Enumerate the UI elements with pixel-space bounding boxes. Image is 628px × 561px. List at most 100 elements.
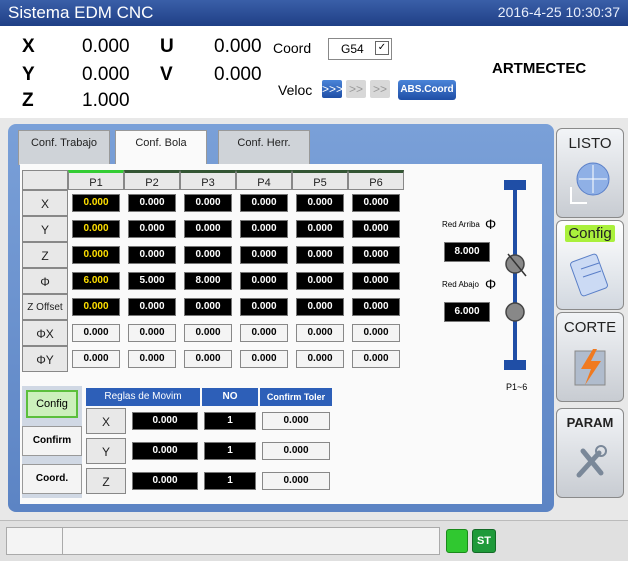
grid-cell[interactable]: 0.000	[296, 246, 344, 264]
axis-y-label: Y	[22, 64, 35, 85]
reglas-toler[interactable]: 0.000	[262, 412, 330, 430]
grid-cell[interactable]: 0.000	[184, 246, 232, 264]
reglas-no[interactable]: 1	[204, 412, 256, 430]
grid-cell[interactable]: 0.000	[240, 272, 288, 290]
corte-button[interactable]: CORTE	[556, 312, 624, 402]
reglas-toler[interactable]: 0.000	[262, 442, 330, 460]
red-abajo-value[interactable]: 6.000	[444, 302, 490, 322]
confirm-button[interactable]: Confirm	[22, 426, 82, 456]
veloc-label: Veloc	[278, 82, 313, 98]
grid-cell[interactable]: 0.000	[128, 220, 176, 238]
reglas-header: Reglas de Movim	[86, 388, 200, 406]
grid-cell[interactable]: 0.000	[184, 298, 232, 316]
grid-cell[interactable]: 0.000	[296, 324, 344, 342]
grid-row-label: ΦY	[22, 346, 68, 372]
tab-conf-herr[interactable]: Conf. Herr.	[218, 130, 310, 165]
grid-cell[interactable]: 0.000	[352, 272, 400, 290]
app-title: Sistema EDM CNC	[8, 3, 154, 22]
speed-level-3[interactable]: >>	[370, 80, 390, 98]
grid-cell[interactable]: 0.000	[184, 324, 232, 342]
grid-cell[interactable]: 0.000	[240, 246, 288, 264]
grid-cell[interactable]: 0.000	[72, 194, 120, 212]
config-panel: Conf. Trabajo Conf. Bola Conf. Herr. P1 …	[8, 124, 554, 512]
grid-col-header[interactable]: P1	[68, 170, 124, 190]
grid-row-label: Y	[22, 216, 68, 242]
grid-cell[interactable]: 0.000	[240, 298, 288, 316]
tab-conf-bola[interactable]: Conf. Bola	[115, 130, 207, 166]
target-icon	[570, 162, 610, 204]
grid-col-header[interactable]: P6	[348, 170, 404, 190]
grid-col-header[interactable]: P2	[124, 170, 180, 190]
grid-cell[interactable]: 0.000	[352, 246, 400, 264]
grid-cell[interactable]: 0.000	[184, 220, 232, 238]
reglas-axis-label: Z	[86, 468, 126, 494]
grid-cell[interactable]: 0.000	[128, 194, 176, 212]
tab-content: P1 P2 P3 P4 P5 P6 X 0.000 0.000 0.000 0.000 0…	[20, 164, 542, 504]
grid-cell[interactable]: 5.000	[128, 272, 176, 290]
param-button[interactable]: PARAM	[556, 408, 624, 498]
grid-cell[interactable]: 0.000	[128, 324, 176, 342]
coord-select[interactable]: G54 ✓	[328, 38, 392, 60]
grid-cell[interactable]: 0.000	[184, 194, 232, 212]
config-side-label: Config	[565, 225, 615, 242]
grid-cell[interactable]: 0.000	[352, 194, 400, 212]
config-button[interactable]: Config	[26, 390, 78, 418]
grid-col-header[interactable]: P4	[236, 170, 292, 190]
grid-cell[interactable]: 8.000	[184, 272, 232, 290]
grid-row-label: X	[22, 190, 68, 216]
param-label: PARAM	[566, 415, 614, 430]
grid-cell[interactable]: 0.000	[240, 194, 288, 212]
coord-label: Coord	[273, 40, 312, 56]
axis-x-value: 0.000	[82, 36, 130, 57]
corte-label: CORTE	[563, 319, 617, 336]
grid-cell[interactable]: 0.000	[296, 272, 344, 290]
reglas-toler[interactable]: 0.000	[262, 472, 330, 490]
grid-cell[interactable]: 0.000	[128, 350, 176, 368]
grid-col-header[interactable]: P5	[292, 170, 348, 190]
tools-icon	[576, 445, 607, 478]
grid-col-header[interactable]: P3	[180, 170, 236, 190]
axis-v-value: 0.000	[214, 64, 262, 85]
grid-cell[interactable]: 0.000	[72, 324, 120, 342]
grid-cell[interactable]: 0.000	[72, 350, 120, 368]
brand-label: ARTMECTEC	[492, 60, 587, 77]
grid-cell[interactable]: 0.000	[72, 298, 120, 316]
config-side-button[interactable]: Config	[556, 220, 624, 310]
grid-cell[interactable]: 0.000	[184, 350, 232, 368]
grid-cell[interactable]: 0.000	[352, 324, 400, 342]
reglas-value[interactable]: 0.000	[132, 442, 198, 460]
grid-cell[interactable]: 0.000	[296, 220, 344, 238]
grid-cell[interactable]: 0.000	[128, 298, 176, 316]
grid-cell[interactable]: 0.000	[128, 246, 176, 264]
grid-corner	[22, 170, 68, 190]
abs-coord-button[interactable]: ABS.Coord	[398, 80, 456, 100]
speed-level-2[interactable]: >>	[346, 80, 366, 98]
grid-cell[interactable]: 0.000	[296, 194, 344, 212]
tab-conf-trabajo[interactable]: Conf. Trabajo	[18, 130, 110, 165]
grid-cell[interactable]: 0.000	[72, 246, 120, 264]
coord-button[interactable]: Coord.	[22, 464, 82, 494]
listo-button[interactable]: LISTO	[556, 128, 624, 218]
clipboard-icon	[570, 253, 608, 297]
speed-level-1[interactable]: >>>	[322, 80, 343, 98]
axis-u-value: 0.000	[214, 36, 262, 57]
grid-cell[interactable]: 6.000	[72, 272, 120, 290]
st-button[interactable]: ST	[472, 529, 496, 553]
lightning-icon	[574, 349, 606, 386]
reglas-no[interactable]: 1	[204, 442, 256, 460]
grid-cell[interactable]: 0.000	[352, 350, 400, 368]
grid-cell[interactable]: 0.000	[352, 220, 400, 238]
grid-cell[interactable]: 0.000	[296, 350, 344, 368]
grid-cell[interactable]: 0.000	[240, 324, 288, 342]
grid-cell[interactable]: 0.000	[352, 298, 400, 316]
reglas-value[interactable]: 0.000	[132, 472, 198, 490]
grid-cell[interactable]: 0.000	[296, 298, 344, 316]
reglas-no[interactable]: 1	[204, 472, 256, 490]
reglas-value[interactable]: 0.000	[132, 412, 198, 430]
red-arriba-value[interactable]: 8.000	[444, 242, 490, 262]
grid-cell[interactable]: 0.000	[240, 350, 288, 368]
grid-cell[interactable]: 0.000	[240, 220, 288, 238]
grid-cell[interactable]: 0.000	[72, 220, 120, 238]
axis-x-label: X	[22, 36, 35, 57]
p-range-label: P1~6	[506, 382, 528, 392]
